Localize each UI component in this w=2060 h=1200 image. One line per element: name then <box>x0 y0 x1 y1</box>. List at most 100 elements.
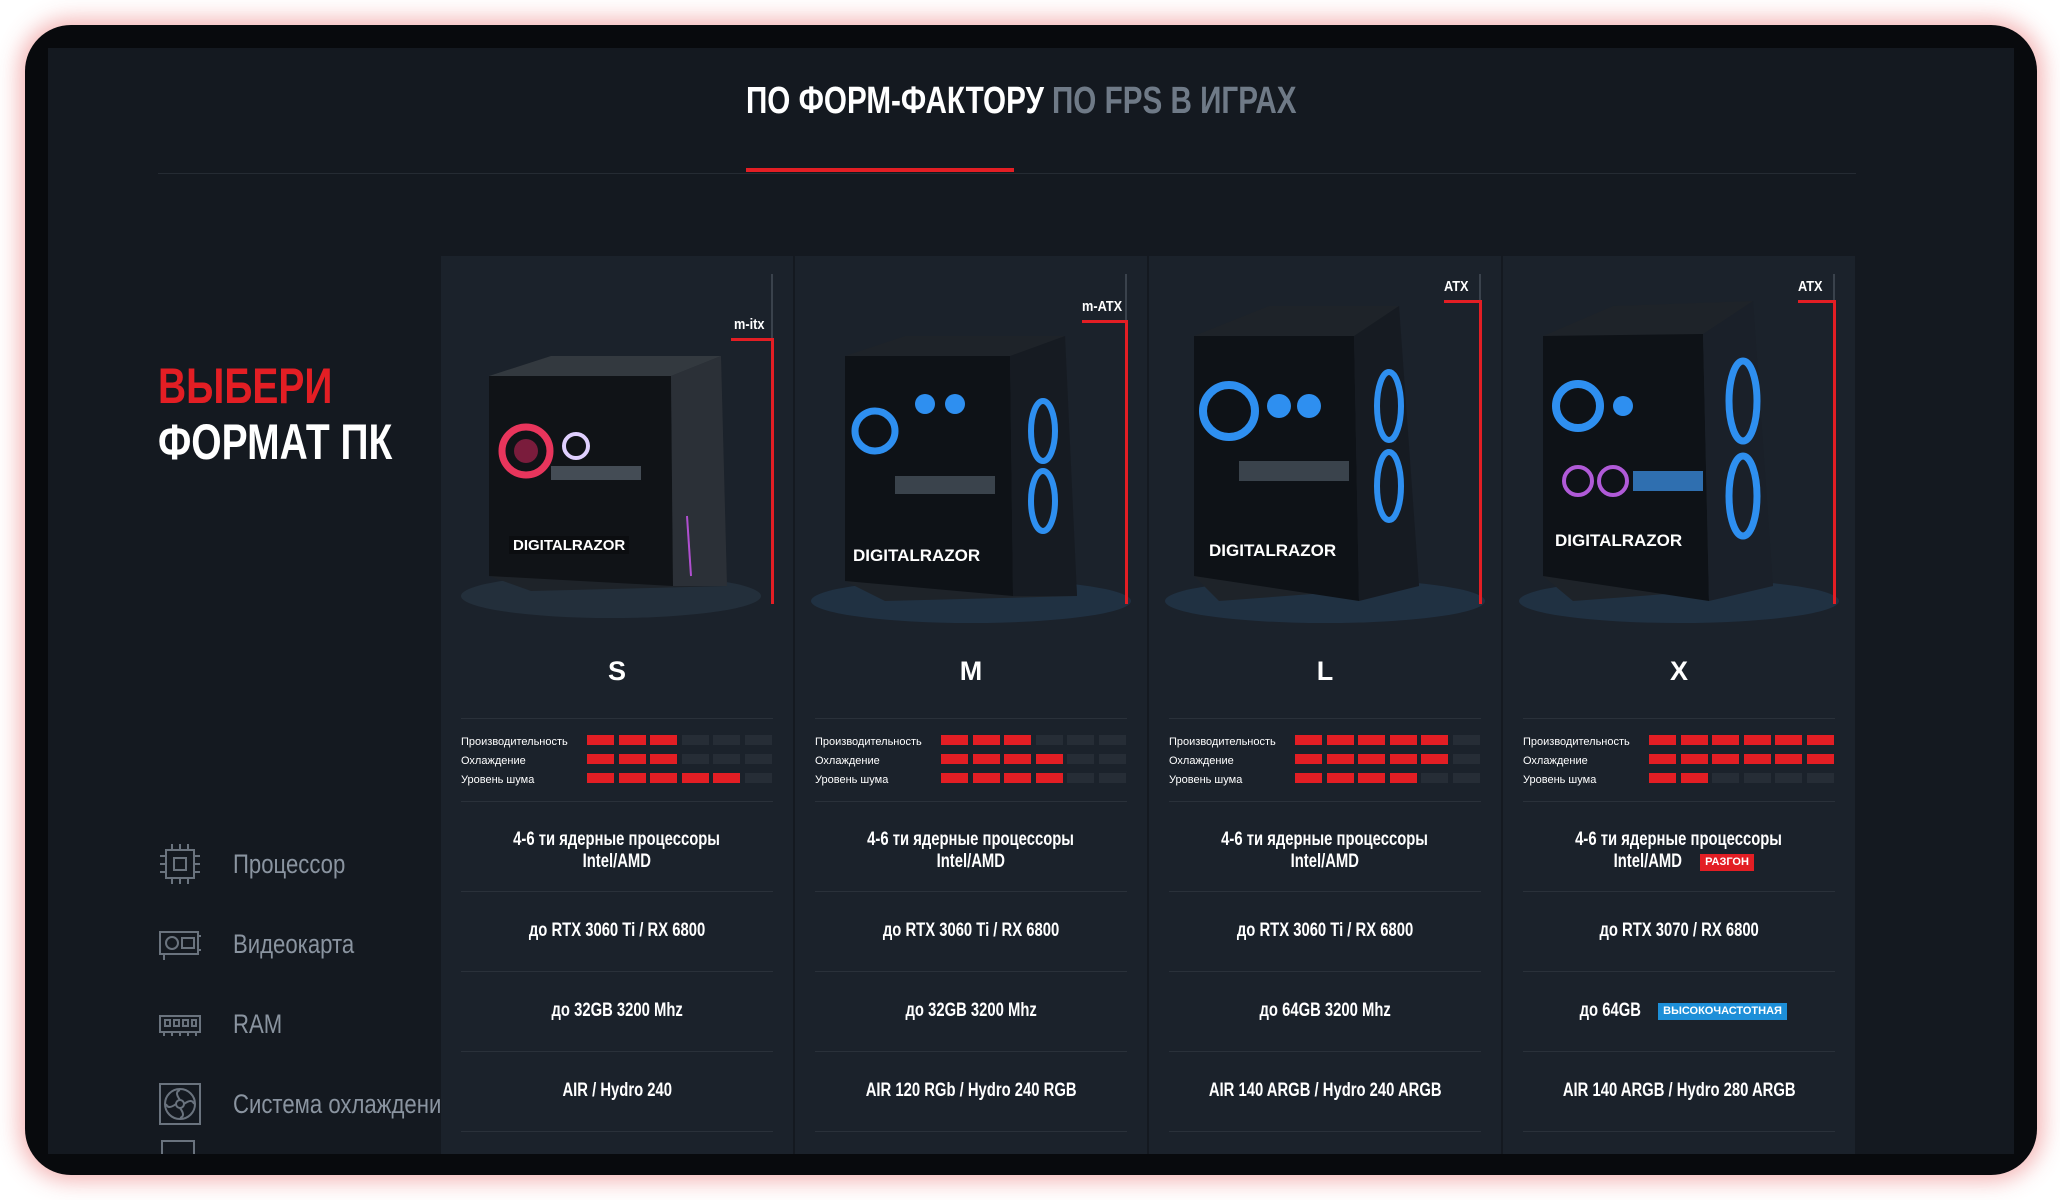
form-factor-guide <box>1125 274 1127 320</box>
rating-segment-filled <box>1421 754 1448 764</box>
rating-segment-filled <box>618 735 646 745</box>
ram-value: до 32GB 3200 Mhz <box>551 1000 683 1021</box>
form-factor-label: m-itx <box>734 316 765 333</box>
rating-segment-filled <box>1295 754 1322 764</box>
rating-segment-filled <box>1421 735 1448 745</box>
rating-segment-filled <box>1712 754 1739 764</box>
gpu-value: до RTX 3070 / RX 6800 <box>1599 920 1759 941</box>
rating-label: Уровень шума <box>1169 774 1243 786</box>
cpu-line-2: Intel/AMD <box>936 851 1006 872</box>
ram-icon <box>158 1002 202 1046</box>
active-tab-underline <box>746 168 1014 172</box>
rating-segment-filled <box>1326 735 1354 745</box>
rating-segment-filled <box>1680 754 1708 764</box>
rating-segment-empty <box>713 754 740 764</box>
pc-card-x[interactable]: DIGITALRAZOR ATX X Производительность Ох… <box>1503 256 1855 1154</box>
pc-image: DIGITALRAZOR ATX <box>1149 256 1501 636</box>
rating-segment-empty <box>1067 773 1094 783</box>
rating-segment-filled <box>1806 735 1834 745</box>
ratings-block: Производительность Охлаждение Уровень шу… <box>461 718 773 802</box>
cpu-line-1: 4-6 ти ядерные процессоры <box>1575 829 1783 850</box>
spec-cooling: AIR 140 ARGB / Hydro 280 ARGB <box>1523 1051 1835 1132</box>
gpu-icon <box>158 922 202 966</box>
form-factor-guide <box>1479 274 1481 300</box>
cooling-value: AIR 140 ARGB / Hydro 240 ARGB <box>1208 1080 1442 1101</box>
form-factor-label: ATX <box>1444 278 1469 295</box>
spec-cooling: AIR / Hydro 240 <box>461 1051 773 1132</box>
rating-segment-filled <box>650 754 677 764</box>
rating-performance: Производительность <box>815 733 1127 752</box>
rating-segment-filled <box>941 735 968 745</box>
spec-cpu: 4-6 ти ядерные процессоры Intel/AMD РАЗГ… <box>1523 811 1835 892</box>
rating-label: Производительность <box>815 736 922 748</box>
spec-cpu: 4-6 ти ядерные процессоры Intel/AMD <box>1169 811 1481 892</box>
cpu-line-2: Intel/AMD <box>582 851 652 872</box>
spec-label-cpu: Процессор <box>158 839 370 889</box>
rating-segment-filled <box>1004 773 1031 783</box>
rating-segment-empty <box>1098 735 1126 745</box>
rating-bar <box>941 735 1130 745</box>
rating-segment-filled <box>1295 773 1322 783</box>
rating-segment-filled <box>713 773 740 783</box>
rating-performance: Производительность <box>461 733 773 752</box>
rating-segment-empty <box>744 735 772 745</box>
rating-segment-filled <box>1389 754 1417 764</box>
rating-label: Охлаждение <box>461 755 526 767</box>
rating-bar <box>1649 773 1838 783</box>
rating-segment-filled <box>1358 735 1385 745</box>
rating-segment-empty <box>744 773 772 783</box>
cpu-line-2: Intel/AMD <box>1290 851 1360 872</box>
rating-segment-empty <box>1035 735 1063 745</box>
rating-label: Производительность <box>461 736 568 748</box>
tab-fps-in-games[interactable]: ПО FPS В ИГРАХ <box>1052 80 1297 123</box>
rating-noise: Уровень шума <box>1169 771 1481 790</box>
ratings-block: Производительность Охлаждение Уровень шу… <box>815 718 1127 802</box>
cooling-value: AIR / Hydro 240 <box>562 1080 672 1101</box>
rating-bar <box>1295 754 1484 764</box>
rating-segment-filled <box>650 735 677 745</box>
pc-card-m[interactable]: DIGITALRAZOR m-ATX M Производительность … <box>795 256 1147 1154</box>
pc-card-s[interactable]: DIGITALRAZOR m-itx S Производительность … <box>441 256 793 1154</box>
rating-segment-empty <box>1452 773 1480 783</box>
rating-segment-empty <box>1743 773 1771 783</box>
rating-segment-empty <box>1067 754 1094 764</box>
rating-segment-empty <box>1775 773 1802 783</box>
pc-card-l[interactable]: DIGITALRAZOR ATX L Производительность Ох… <box>1149 256 1501 1154</box>
rating-segment-empty <box>1712 773 1739 783</box>
rating-label: Охлаждение <box>1523 755 1588 767</box>
rating-segment-filled <box>972 735 1000 745</box>
cooling-value: AIR 120 RGb / Hydro 240 RGB <box>865 1080 1077 1101</box>
gpu-value: до RTX 3060 Ti / RX 6800 <box>882 920 1060 941</box>
spec-label-ram: RAM <box>158 999 293 1049</box>
rating-label: Охлаждение <box>1169 755 1234 767</box>
size-label: X <box>1669 656 1688 686</box>
rating-segment-empty <box>1421 773 1448 783</box>
rating-segment-filled <box>1035 754 1063 764</box>
tabs-divider <box>158 173 1856 174</box>
spec-cooling: AIR 120 RGb / Hydro 240 RGB <box>815 1051 1127 1132</box>
rating-segment-filled <box>1680 735 1708 745</box>
tab-form-factor[interactable]: ПО ФОРМ-ФАКТОРУ <box>746 80 1044 123</box>
spec-ram: до 32GB 3200 Mhz <box>461 971 773 1052</box>
rating-segment-filled <box>941 754 968 764</box>
brand-logo: DIGITALRAZOR <box>853 546 980 565</box>
rating-label: Охлаждение <box>815 755 880 767</box>
form-factor-bar <box>1833 300 1836 604</box>
spec-label-text: Видеокарта <box>233 928 355 959</box>
rating-segment-filled <box>1775 735 1802 745</box>
form-factor-bar-top <box>731 338 774 341</box>
rating-segment-filled <box>972 773 1000 783</box>
cpu-icon <box>158 842 202 886</box>
rating-segment-filled <box>1806 754 1834 764</box>
rating-segment-filled <box>1295 735 1322 745</box>
rating-label: Уровень шума <box>815 774 889 786</box>
spec-label-gpu: Видеокарта <box>158 919 381 969</box>
page-screen: ПО ФОРМ-ФАКТОРУ ПО FPS В ИГРАХ ВЫБЕРИ ФО… <box>48 48 2014 1154</box>
rating-noise: Уровень шума <box>1523 771 1835 790</box>
rating-segment-filled <box>587 773 614 783</box>
rating-segment-empty <box>1452 735 1480 745</box>
fan-icon <box>158 1082 202 1126</box>
rating-segment-filled <box>1035 773 1063 783</box>
gpu-value: до RTX 3060 Ti / RX 6800 <box>1236 920 1414 941</box>
spec-gpu: до RTX 3060 Ti / RX 6800 <box>1169 891 1481 972</box>
